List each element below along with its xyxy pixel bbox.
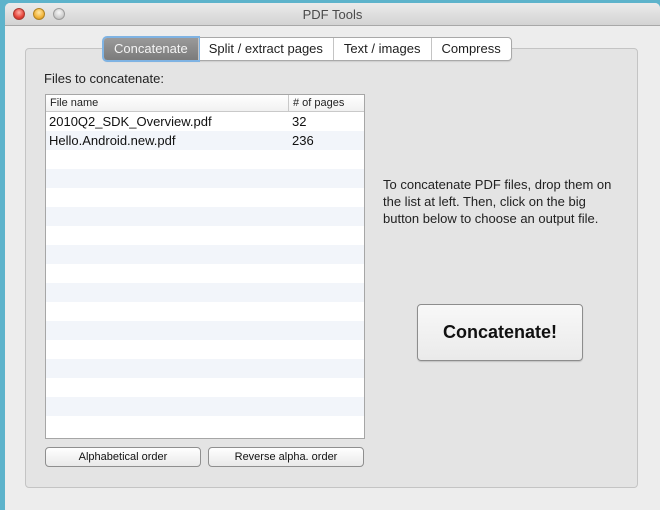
files-table[interactable]: File name # of pages 2010Q2_SDK_Overview… <box>45 94 365 439</box>
window-title: PDF Tools <box>302 7 363 22</box>
tab-compress[interactable]: Compress <box>430 38 511 60</box>
cell-page-count <box>288 340 292 359</box>
cell-file-name <box>46 340 288 359</box>
table-row-empty <box>46 207 364 226</box>
table-row-empty <box>46 169 364 188</box>
table-row-empty <box>46 150 364 169</box>
cell-file-name <box>46 264 288 283</box>
cell-page-count <box>288 169 292 188</box>
table-row-empty <box>46 226 364 245</box>
column-header-pages[interactable]: # of pages <box>289 95 344 111</box>
table-row-empty <box>46 359 364 378</box>
table-row-empty <box>46 416 364 435</box>
alphabetical-order-button[interactable]: Alphabetical order <box>45 447 201 467</box>
table-row-empty <box>46 188 364 207</box>
cell-page-count <box>288 264 292 283</box>
table-row[interactable]: 2010Q2_SDK_Overview.pdf 32 <box>46 112 364 131</box>
cell-file-name <box>46 397 288 416</box>
cell-page-count <box>288 283 292 302</box>
cell-file-name <box>46 321 288 340</box>
cell-file-name <box>46 359 288 378</box>
table-row-empty <box>46 340 364 359</box>
files-to-concatenate-label: Files to concatenate: <box>44 71 164 86</box>
cell-file-name <box>46 302 288 321</box>
tab-text-images[interactable]: Text / images <box>332 38 431 60</box>
cell-file-name <box>46 169 288 188</box>
cell-page-count <box>288 378 292 397</box>
table-header: File name # of pages <box>46 95 364 112</box>
tab-split-extract-pages[interactable]: Split / extract pages <box>197 38 333 60</box>
cell-page-count <box>288 207 292 226</box>
cell-page-count <box>288 188 292 207</box>
title-bar[interactable]: PDF Tools <box>5 3 660 26</box>
cell-file-name <box>46 150 288 169</box>
concatenate-button[interactable]: Concatenate! <box>417 304 583 361</box>
table-row-empty <box>46 245 364 264</box>
cell-page-count <box>288 226 292 245</box>
cell-page-count <box>288 302 292 321</box>
reverse-alpha-order-button[interactable]: Reverse alpha. order <box>208 447 364 467</box>
table-row-empty <box>46 397 364 416</box>
cell-file-name <box>46 226 288 245</box>
cell-file-name <box>46 378 288 397</box>
cell-page-count <box>288 416 292 435</box>
table-body: 2010Q2_SDK_Overview.pdf 32 Hello.Android.n… <box>46 112 364 435</box>
cell-file-name <box>46 188 288 207</box>
cell-page-count: 236 <box>292 133 314 148</box>
tab-bar: Concatenate Split / extract pages Text /… <box>103 37 512 61</box>
cell-file-name <box>46 245 288 264</box>
table-row-empty <box>46 302 364 321</box>
column-header-file-name[interactable]: File name <box>46 95 289 111</box>
table-row-empty <box>46 321 364 340</box>
cell-file-name: Hello.Android.new.pdf <box>49 133 176 148</box>
cell-page-count <box>288 397 292 416</box>
cell-file-name <box>46 416 288 435</box>
table-row[interactable]: Hello.Android.new.pdf 236 <box>46 131 364 150</box>
table-row-empty <box>46 283 364 302</box>
cell-file-name <box>46 207 288 226</box>
table-row-empty <box>46 264 364 283</box>
cell-file-name <box>46 283 288 302</box>
cell-page-count <box>288 150 292 169</box>
cell-page-count <box>288 245 292 264</box>
cell-page-count <box>288 321 292 340</box>
cell-page-count <box>288 359 292 378</box>
tab-concatenate[interactable]: Concatenate <box>104 38 198 60</box>
cell-page-count: 32 <box>292 114 307 129</box>
table-row-empty <box>46 378 364 397</box>
cell-file-name: 2010Q2_SDK_Overview.pdf <box>49 114 212 129</box>
pdf-tools-window: PDF Tools Concatenate Split / extract pa… <box>5 3 660 510</box>
instructions-text: To concatenate PDF files, drop them on t… <box>383 177 612 226</box>
